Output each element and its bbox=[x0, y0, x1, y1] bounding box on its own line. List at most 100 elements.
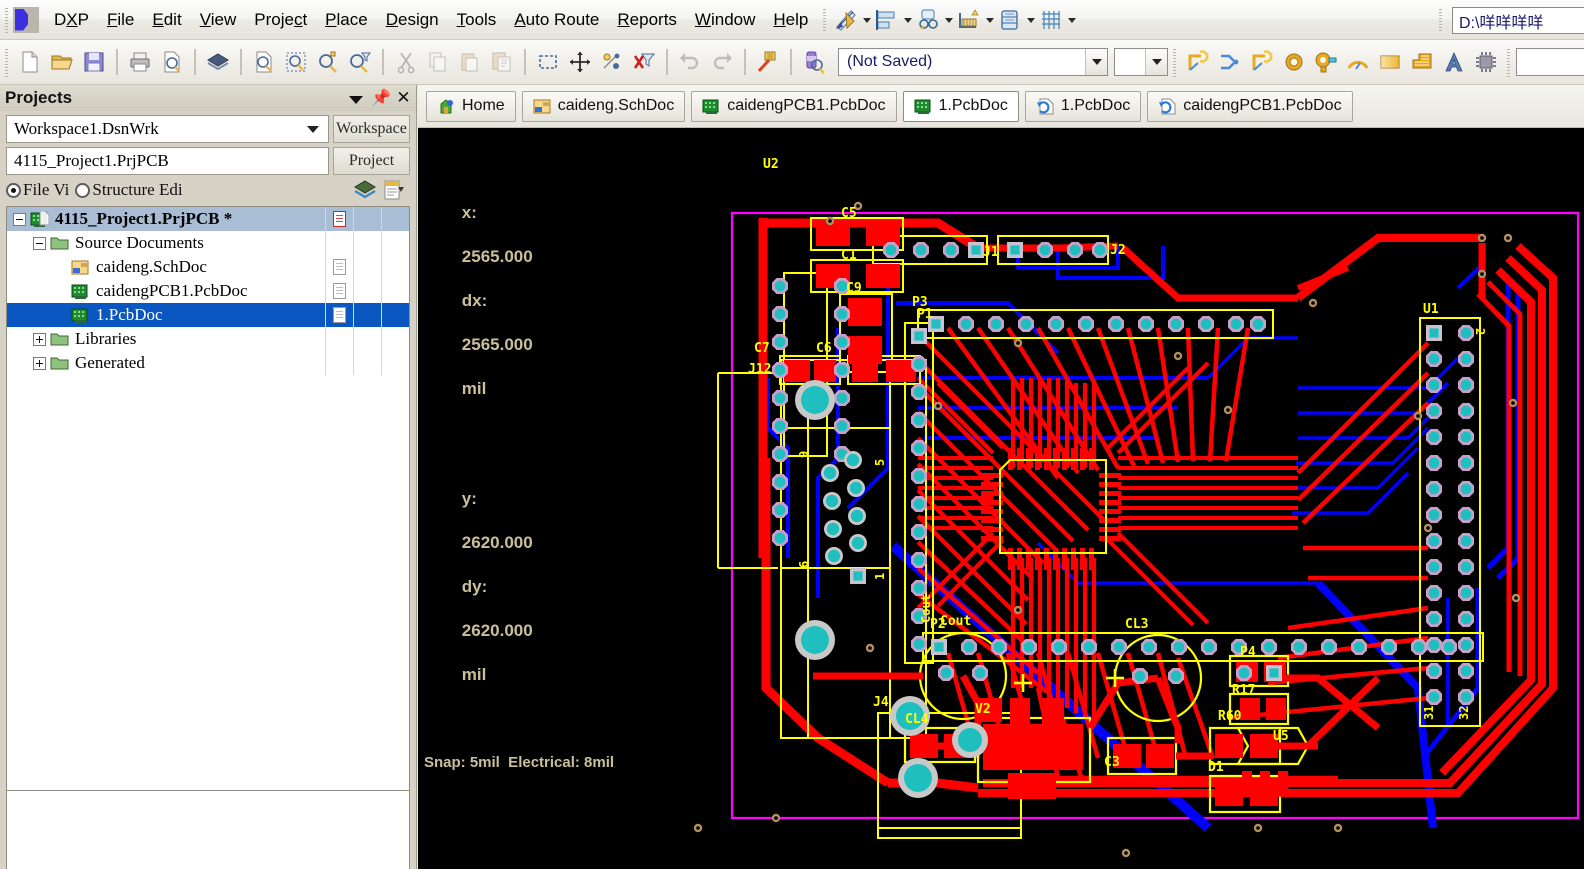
place-polygon-icon[interactable] bbox=[1407, 47, 1437, 77]
tree-item[interactable]: 1.PcbDoc bbox=[7, 303, 409, 327]
measure-ruler-icon[interactable] bbox=[833, 7, 859, 33]
cut-icon[interactable] bbox=[391, 47, 421, 77]
extra-dropdown-arrow-icon[interactable] bbox=[1145, 49, 1167, 75]
dimension-icon[interactable] bbox=[956, 7, 982, 33]
panel-pin-icon[interactable]: 📌 bbox=[371, 90, 391, 107]
place-track-icon[interactable] bbox=[1183, 47, 1213, 77]
tree-status-cell[interactable] bbox=[325, 327, 353, 351]
layer-stack-icon[interactable] bbox=[997, 7, 1023, 33]
paste-special-icon[interactable] bbox=[487, 47, 517, 77]
board-insight-icon[interactable] bbox=[203, 47, 233, 77]
place-fill-icon[interactable] bbox=[1375, 47, 1405, 77]
snapshot-dropdown-arrow-icon[interactable] bbox=[1085, 49, 1107, 75]
file-view-radio[interactable] bbox=[6, 182, 21, 198]
place-pad-icon[interactable] bbox=[1311, 47, 1341, 77]
grid-icon[interactable] bbox=[1038, 7, 1064, 33]
tree-status-cell[interactable] bbox=[381, 231, 409, 255]
tree-status-cell[interactable] bbox=[325, 351, 353, 375]
undo-icon[interactable] bbox=[675, 47, 705, 77]
tree-status-cell[interactable] bbox=[353, 351, 381, 375]
tree-item[interactable]: Libraries bbox=[7, 327, 409, 351]
tree-status-cell[interactable] bbox=[381, 255, 409, 279]
menu-project[interactable]: Project bbox=[245, 6, 316, 34]
tree-item[interactable]: Generated bbox=[7, 351, 409, 375]
place-component-icon[interactable] bbox=[1471, 47, 1501, 77]
toolbar-grip[interactable] bbox=[3, 47, 11, 77]
document-tab-1[interactable]: caideng.SchDoc bbox=[521, 90, 686, 122]
tree-status-cell[interactable] bbox=[381, 327, 409, 351]
menu-window[interactable]: Window bbox=[686, 6, 764, 34]
menu-place[interactable]: Place bbox=[316, 6, 377, 34]
paste-icon[interactable] bbox=[455, 47, 485, 77]
tree-expand-icon[interactable] bbox=[33, 356, 46, 370]
tree-status-cell[interactable] bbox=[381, 279, 409, 303]
zoom-document-icon[interactable] bbox=[249, 47, 279, 77]
tree-status-cell[interactable] bbox=[325, 279, 353, 303]
place-arc-center-icon[interactable] bbox=[1343, 47, 1373, 77]
workspace-button[interactable]: Workspace bbox=[333, 115, 410, 143]
panel-menu-dropdown-icon[interactable] bbox=[347, 90, 364, 107]
tree-item[interactable]: Source Documents bbox=[7, 231, 409, 255]
tree-status-cell[interactable] bbox=[325, 231, 353, 255]
panel-close-icon[interactable]: ✕ bbox=[395, 89, 412, 107]
layer-stack-dropdown-arrow-icon[interactable] bbox=[1024, 7, 1037, 33]
tree-status-cell[interactable] bbox=[325, 207, 353, 231]
document-tab-0[interactable]: Home bbox=[426, 90, 516, 122]
tree-collapse-icon[interactable] bbox=[33, 236, 46, 250]
tree-status-cell[interactable] bbox=[353, 279, 381, 303]
structure-editor-radio[interactable] bbox=[75, 182, 91, 198]
tree-item[interactable]: caideng.SchDoc bbox=[7, 255, 409, 279]
menu-auto-route[interactable]: Auto Route bbox=[505, 6, 608, 34]
tree-item[interactable]: caidengPCB1.PcbDoc bbox=[7, 279, 409, 303]
document-status-icon[interactable] bbox=[333, 259, 346, 275]
tree-status-cell[interactable] bbox=[381, 351, 409, 375]
print-preview-icon[interactable] bbox=[157, 47, 187, 77]
place-line-icon[interactable] bbox=[1247, 47, 1277, 77]
project-tree[interactable]: 4115_Project1.PrjPCB * Source Documents ca… bbox=[6, 206, 410, 806]
tree-status-cell[interactable] bbox=[381, 207, 409, 231]
find-similar-icon[interactable] bbox=[915, 7, 941, 33]
inspector-icon[interactable] bbox=[799, 47, 829, 77]
place-string-icon[interactable] bbox=[1439, 47, 1469, 77]
workspace-combo[interactable]: Workspace1.DsnWrk bbox=[6, 115, 329, 143]
document-tab-4[interactable]: 1.PcbDoc bbox=[1024, 90, 1142, 122]
tree-status-cell[interactable] bbox=[353, 327, 381, 351]
workspace-dropdown-arrow-icon[interactable] bbox=[303, 116, 323, 142]
place-arc-icon[interactable] bbox=[1215, 47, 1245, 77]
tree-status-cell[interactable] bbox=[381, 303, 409, 327]
tree-status-cell[interactable] bbox=[353, 231, 381, 255]
browse-components-icon[interactable] bbox=[753, 47, 783, 77]
select-crossing-icon[interactable] bbox=[597, 47, 627, 77]
document-status-icon[interactable] bbox=[333, 211, 346, 227]
board-layers-icon[interactable] bbox=[352, 178, 378, 202]
find-similar-dropdown-arrow-icon[interactable] bbox=[942, 7, 955, 33]
measure-dropdown-arrow-icon[interactable] bbox=[860, 7, 873, 33]
menu-view[interactable]: View bbox=[191, 6, 246, 34]
tree-expand-icon[interactable] bbox=[33, 332, 46, 346]
tree-status-cell[interactable] bbox=[353, 303, 381, 327]
document-tab-5[interactable]: caidengPCB1.PcbDoc bbox=[1147, 90, 1353, 122]
project-field[interactable]: 4115_Project1.PrjPCB bbox=[6, 147, 329, 175]
align-dropdown-arrow-icon[interactable] bbox=[901, 7, 914, 33]
zoom-area-icon[interactable] bbox=[281, 47, 311, 77]
document-status-icon[interactable] bbox=[333, 307, 346, 323]
dimension-dropdown-arrow-icon[interactable] bbox=[983, 7, 996, 33]
tree-collapse-icon[interactable] bbox=[13, 212, 26, 226]
tree-status-cell[interactable] bbox=[353, 207, 381, 231]
save-icon[interactable] bbox=[79, 47, 109, 77]
zoom-filter-icon[interactable] bbox=[345, 47, 375, 77]
tree-status-cell[interactable] bbox=[353, 255, 381, 279]
extra-combo[interactable] bbox=[1114, 48, 1168, 76]
snapshot-combo[interactable]: (Not Saved) bbox=[838, 48, 1108, 76]
project-button[interactable]: Project bbox=[333, 147, 410, 175]
menu-file[interactable]: File bbox=[98, 6, 143, 34]
menu-edit[interactable]: Edit bbox=[143, 6, 190, 34]
redo-icon[interactable] bbox=[707, 47, 737, 77]
menu-dxp[interactable]: DXP bbox=[45, 6, 98, 34]
layer-toolbar-grip[interactable] bbox=[1505, 47, 1513, 77]
place-toolbar-grip[interactable] bbox=[1171, 47, 1179, 77]
select-area-icon[interactable] bbox=[533, 47, 563, 77]
move-icon[interactable] bbox=[565, 47, 595, 77]
grid-dropdown-arrow-icon[interactable] bbox=[1065, 7, 1078, 33]
tree-item[interactable]: 4115_Project1.PrjPCB * bbox=[7, 207, 409, 231]
